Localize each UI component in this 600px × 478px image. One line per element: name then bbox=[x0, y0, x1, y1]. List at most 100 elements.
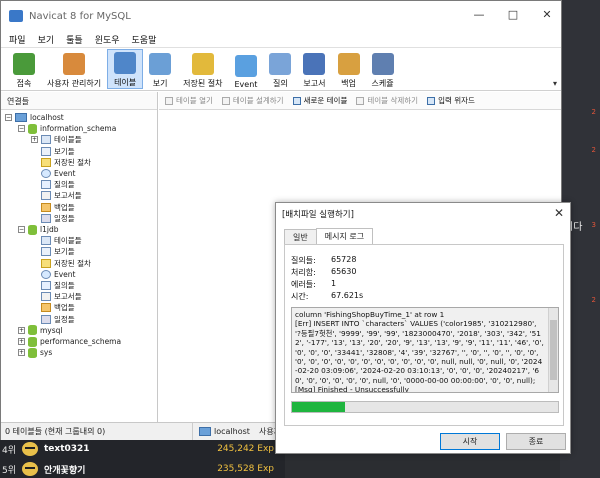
table-icon bbox=[41, 236, 51, 246]
tree-item-label: 테이블들 bbox=[54, 236, 82, 246]
tab-message-log[interactable]: 메시지 로그 bbox=[315, 228, 374, 244]
tree-item-label: 저장된 절차 bbox=[54, 258, 91, 268]
dialog-tabs: 일반 메시지 로그 bbox=[284, 228, 374, 245]
tree-item-event[interactable]: Event bbox=[31, 269, 76, 280]
toolbar-label: 백업 bbox=[341, 79, 356, 88]
log-textarea[interactable]: column 'FishingShopBuyTime_1' at row 1 [… bbox=[291, 307, 559, 393]
log-scrollbar-thumb[interactable] bbox=[550, 320, 557, 380]
tree-item-event[interactable]: Event bbox=[31, 168, 76, 179]
tree-scrollbar[interactable] bbox=[151, 112, 157, 412]
tree-item-label: 일정들 bbox=[54, 213, 75, 223]
object-toolbar-label: 새로운 테이블 bbox=[303, 96, 348, 105]
close-button[interactable]: ✕ bbox=[539, 7, 555, 23]
toolbar-event-button[interactable]: Event bbox=[229, 49, 264, 89]
table-icon bbox=[41, 135, 51, 145]
close-dialog-button[interactable]: 종료 bbox=[506, 433, 566, 450]
tree-item-proc[interactable]: 저장된 절차 bbox=[31, 157, 91, 168]
table-action-icon bbox=[165, 96, 173, 105]
database-icon bbox=[28, 347, 37, 358]
menu-file[interactable]: 파일 bbox=[9, 33, 26, 46]
tree-item-conn[interactable]: − localhost bbox=[5, 112, 64, 123]
object-toolbar-button[interactable]: 새로운 테이블 bbox=[292, 95, 348, 106]
toolbar-table-button[interactable]: 테이블 bbox=[107, 49, 144, 89]
dialog-close-icon[interactable]: ✕ bbox=[554, 206, 564, 220]
toolbar-user-button[interactable]: 사용자 관리하기 bbox=[41, 49, 107, 89]
tree-item-view[interactable]: 보기들 bbox=[31, 146, 75, 157]
toolbar-overflow-icon[interactable]: ▾ bbox=[553, 79, 557, 88]
object-toolbar-button[interactable]: 테이블 삭제하기 bbox=[356, 95, 418, 106]
menu-window[interactable]: 윈도우 bbox=[95, 33, 120, 46]
tree-item-db[interactable]: + performance_schema bbox=[18, 336, 121, 347]
tree-item-view[interactable]: 보기들 bbox=[31, 246, 75, 257]
view-icon bbox=[149, 53, 172, 75]
menu-view[interactable]: 보기 bbox=[38, 33, 55, 46]
toolbar-backup-button[interactable]: 백업 bbox=[332, 49, 366, 89]
table-icon bbox=[114, 52, 137, 74]
background-mark: 3 bbox=[591, 221, 596, 229]
database-icon bbox=[28, 123, 37, 134]
expand-icon[interactable]: + bbox=[31, 136, 38, 144]
log-text: column 'FishingShopBuyTime_1' at row 1 [… bbox=[295, 310, 544, 393]
toolbar-label: 스케쥴 bbox=[371, 79, 394, 88]
tree-item-sched[interactable]: 일정들 bbox=[31, 314, 75, 325]
maximize-button[interactable]: □ bbox=[505, 7, 521, 23]
log-scrollbar[interactable] bbox=[548, 308, 558, 392]
toolbar-schedule-button[interactable]: 스케쥴 bbox=[366, 49, 400, 89]
tree-item-backup[interactable]: 백업들 bbox=[31, 302, 75, 313]
backup-icon bbox=[41, 303, 51, 313]
tree-item-db[interactable]: + mysql bbox=[18, 325, 63, 336]
start-button[interactable]: 시작 bbox=[440, 433, 500, 450]
collapse-icon[interactable]: − bbox=[18, 226, 25, 233]
tree-item-table[interactable]: + 테이블들 bbox=[31, 134, 82, 145]
menu-tools[interactable]: 툴틀 bbox=[66, 33, 83, 46]
tree-item-db[interactable]: − information_schema bbox=[18, 123, 116, 134]
database-icon bbox=[28, 224, 37, 235]
expand-icon[interactable]: + bbox=[18, 326, 25, 334]
sched-icon bbox=[41, 314, 51, 324]
menu-help[interactable]: 도움말 bbox=[132, 33, 157, 46]
event-icon bbox=[41, 269, 51, 279]
object-toolbar-button[interactable]: 입력 위자드 bbox=[427, 95, 475, 106]
tree-item-query[interactable]: 질의들 bbox=[31, 280, 75, 291]
user-icon bbox=[63, 53, 86, 75]
tree-item-sched[interactable]: 일정들 bbox=[31, 213, 75, 224]
expand-icon[interactable]: + bbox=[18, 338, 25, 345]
toolbar-query-button[interactable]: 질의 bbox=[263, 49, 297, 89]
table-action-icon bbox=[356, 96, 365, 105]
tree-item-db[interactable]: − l1jdb bbox=[18, 224, 58, 235]
tab-general[interactable]: 일반 bbox=[284, 229, 317, 244]
tree-item-report[interactable]: 보고서들 bbox=[31, 291, 82, 302]
object-toolbar-button[interactable]: 테이블 열기 bbox=[165, 95, 213, 106]
toolbar-view-button[interactable]: 보기 bbox=[143, 49, 177, 89]
tree-item-proc[interactable]: 저장된 절차 bbox=[31, 258, 91, 269]
tree-item-query[interactable]: 질의들 bbox=[31, 179, 75, 190]
title-bar[interactable]: Navicat 8 for MySQL — □ ✕ bbox=[1, 1, 561, 31]
toolbar-connect-button[interactable]: 접속 bbox=[7, 49, 41, 89]
tree-item-label: Event bbox=[54, 169, 76, 178]
tree-item-table[interactable]: 테이블들 bbox=[31, 235, 82, 246]
expand-icon[interactable]: + bbox=[18, 349, 25, 357]
query-icon bbox=[269, 53, 292, 75]
tree-item-report[interactable]: 보고서들 bbox=[31, 190, 82, 201]
stat-value: 1 bbox=[331, 279, 337, 288]
tree-item-label: 보고서들 bbox=[54, 292, 82, 302]
object-toolbar-label: 입력 위자드 bbox=[438, 96, 475, 105]
rank-exp: 245,242 Exp bbox=[217, 444, 274, 454]
dialog-title-bar[interactable]: [배치파일 실행하기] ✕ bbox=[276, 203, 570, 225]
tree-item-label: sys bbox=[40, 348, 53, 358]
toolbar-report-button[interactable]: 보고서 bbox=[297, 49, 331, 89]
tree-item-label: 보고서들 bbox=[54, 191, 82, 201]
menu-bar: 파일 보기 툴틀 윈도우 도움말 bbox=[1, 31, 561, 47]
tree-item-db[interactable]: + sys bbox=[18, 347, 52, 358]
collapse-icon[interactable]: − bbox=[5, 114, 12, 121]
table-action-icon bbox=[427, 96, 436, 105]
toolbar-procedure-button[interactable]: 저장된 절차 bbox=[177, 49, 228, 89]
object-toolbar-button[interactable]: 테이블 설계하기 bbox=[221, 95, 284, 106]
ranking-row: 5위 안개꽃향기 235,528 Exp bbox=[0, 459, 285, 478]
background-mark: 2 bbox=[591, 108, 596, 116]
collapse-icon[interactable]: − bbox=[18, 125, 25, 133]
tree-item-label: 질의들 bbox=[54, 281, 75, 290]
minimize-button[interactable]: — bbox=[471, 7, 487, 23]
tree-item-backup[interactable]: 백업들 bbox=[31, 202, 75, 213]
message-log-panel: 질의들: 65728 처리함: 65630 에러들: 1 시간: 67.621s… bbox=[284, 244, 564, 426]
